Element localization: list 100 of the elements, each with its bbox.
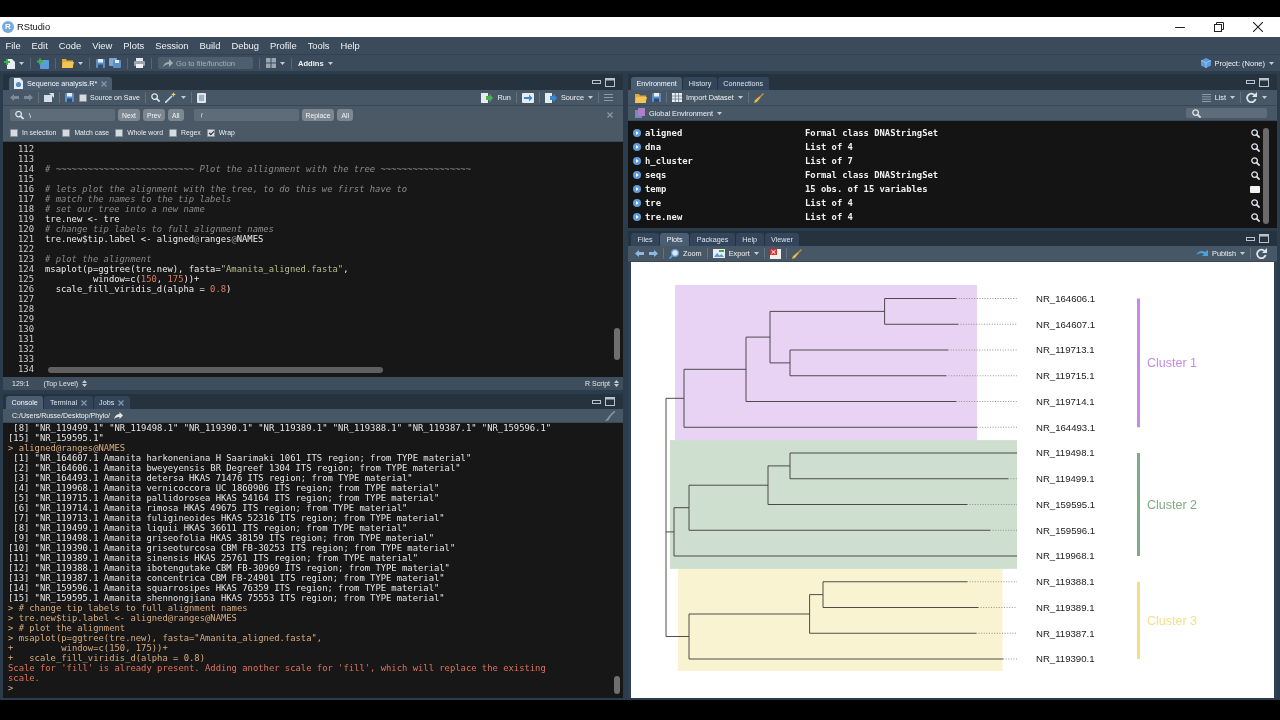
menu-item[interactable]: Tools xyxy=(302,39,335,52)
menu-item[interactable]: View xyxy=(86,39,118,52)
line-number: 134 xyxy=(17,364,34,374)
vertical-scrollbar[interactable] xyxy=(1263,128,1269,224)
line-number: 122 xyxy=(17,244,34,254)
caret-icon[interactable] xyxy=(180,96,186,99)
restore-icon[interactable] xyxy=(1214,22,1224,32)
maximize-icon[interactable] xyxy=(1259,77,1269,87)
maximize-icon[interactable] xyxy=(605,77,615,87)
caret-icon xyxy=(1240,252,1245,255)
console-output: [8] "NR_119499.1" "NR_119498.1" "NR_119390.1" "NR_119389.1" "NR_119388.1" "NR_119387.1" "NR_159596.1" xyxy=(13,423,552,433)
tip-label: NR_119499.1 xyxy=(1036,473,1095,485)
line-number: 116 xyxy=(17,184,34,194)
forward-arrow-icon[interactable] xyxy=(649,250,658,257)
arrow-icon[interactable] xyxy=(114,412,124,419)
cluster-label: Cluster 1 xyxy=(1147,356,1198,371)
brush-icon[interactable] xyxy=(605,410,615,421)
search-icon[interactable] xyxy=(1251,212,1260,222)
checkbox[interactable] xyxy=(115,128,124,137)
new-project-icon[interactable] xyxy=(37,57,49,69)
checkbox[interactable] xyxy=(10,128,18,137)
search-icon[interactable] xyxy=(1251,198,1260,208)
menu-item[interactable]: Debug xyxy=(225,39,265,52)
minimize-icon[interactable] xyxy=(1175,26,1185,28)
minimize-icon[interactable] xyxy=(592,399,601,404)
refresh-icon[interactable] xyxy=(1256,248,1267,259)
code-line: tre.new <- tre xyxy=(45,214,120,224)
table-icon[interactable] xyxy=(1250,185,1260,193)
tip-label: NR_119390.1 xyxy=(1036,653,1095,665)
close-icon[interactable] xyxy=(1253,22,1263,32)
menu-item[interactable]: File xyxy=(0,39,27,52)
line-number: 129 xyxy=(17,314,34,324)
variable-name: tre xyxy=(645,198,661,208)
lines-icon[interactable] xyxy=(604,94,613,101)
code-line: scale_fill_viridis_d(alpha = 0.8) xyxy=(54,284,232,294)
minimize-icon[interactable] xyxy=(592,80,601,84)
save-icon[interactable] xyxy=(96,58,105,68)
checkbox[interactable] xyxy=(62,128,71,137)
maximize-icon[interactable] xyxy=(605,397,615,406)
print-icon[interactable] xyxy=(134,58,145,68)
broom-icon[interactable] xyxy=(791,248,802,259)
console-message: Scale for 'fill' is already present. Adding another scale for 'fill', which will replace the existing xyxy=(8,663,546,673)
menu-item[interactable]: Plots xyxy=(117,39,150,52)
menu-item[interactable]: Help xyxy=(335,39,366,52)
checkbox[interactable] xyxy=(79,93,87,102)
refresh-icon[interactable] xyxy=(1246,92,1257,103)
maximize-icon[interactable] xyxy=(1259,234,1269,243)
console-command: > # plot the alignment xyxy=(8,623,126,633)
grid-icon[interactable] xyxy=(266,58,276,68)
expand-icon[interactable] xyxy=(633,171,641,179)
line-number: 121 xyxy=(17,234,34,244)
back-arrow-icon[interactable] xyxy=(635,250,644,257)
expand-icon[interactable] xyxy=(633,213,641,221)
save-all-icon[interactable] xyxy=(109,58,121,68)
menu-item[interactable]: Build xyxy=(194,39,226,52)
caret-icon[interactable] xyxy=(78,61,83,65)
expand-icon[interactable] xyxy=(633,185,641,193)
expand-icon[interactable] xyxy=(633,143,641,151)
menu-item[interactable]: Session xyxy=(149,39,195,52)
remove-plot-icon[interactable] xyxy=(769,248,781,259)
expand-icon[interactable] xyxy=(633,199,641,207)
line-number: 118 xyxy=(17,204,34,214)
broom-icon[interactable] xyxy=(753,92,764,103)
vertical-scrollbar[interactable] xyxy=(614,328,620,360)
code-line: # lets plot the alignment with the tree, to do this we first have to xyxy=(45,184,408,194)
code-line: window=c(150, 175))+ xyxy=(91,274,200,284)
new-file-icon[interactable] xyxy=(4,57,15,69)
search-field[interactable] xyxy=(1186,108,1267,118)
save-icon[interactable] xyxy=(652,93,661,102)
variable-name: seqs xyxy=(645,170,667,180)
caret-icon xyxy=(327,61,333,65)
search-icon[interactable] xyxy=(1251,128,1260,138)
expand-icon[interactable] xyxy=(633,129,641,137)
horizontal-scrollbar[interactable] xyxy=(48,367,383,373)
menu-item[interactable]: Edit xyxy=(26,39,54,52)
menu-item[interactable]: Code xyxy=(53,39,87,52)
vertical-scrollbar[interactable] xyxy=(614,676,620,694)
console-output: [3] "NR_164493.1 Amanita detersa HKAS 71476 ITS region; from TYPE material" xyxy=(12,473,413,483)
caret-icon[interactable] xyxy=(280,61,285,65)
open-folder-icon[interactable] xyxy=(635,92,647,103)
minimize-icon[interactable] xyxy=(1246,80,1255,84)
search-icon[interactable] xyxy=(1251,142,1260,152)
open-folder-icon[interactable] xyxy=(62,58,74,68)
checkbox[interactable] xyxy=(169,128,178,137)
tip-label: NR_119715.1 xyxy=(1036,370,1095,382)
checkbox[interactable] xyxy=(206,128,215,137)
document-icon[interactable] xyxy=(196,92,206,103)
wand-icon[interactable] xyxy=(164,92,176,103)
search-icon[interactable] xyxy=(1251,170,1260,180)
tip-label: NR_119714.1 xyxy=(1036,395,1095,407)
variable-name: temp xyxy=(645,184,667,194)
search-icon[interactable] xyxy=(1251,156,1260,166)
popout-icon[interactable] xyxy=(44,93,54,102)
arrow-box-icon[interactable] xyxy=(521,92,534,103)
menu-item[interactable]: Profile xyxy=(264,39,303,52)
expand-icon[interactable] xyxy=(633,157,641,165)
save-icon[interactable] xyxy=(65,93,74,102)
caret-icon[interactable] xyxy=(19,61,24,65)
minimize-icon[interactable] xyxy=(1246,236,1255,241)
caret-icon[interactable] xyxy=(1262,96,1267,99)
